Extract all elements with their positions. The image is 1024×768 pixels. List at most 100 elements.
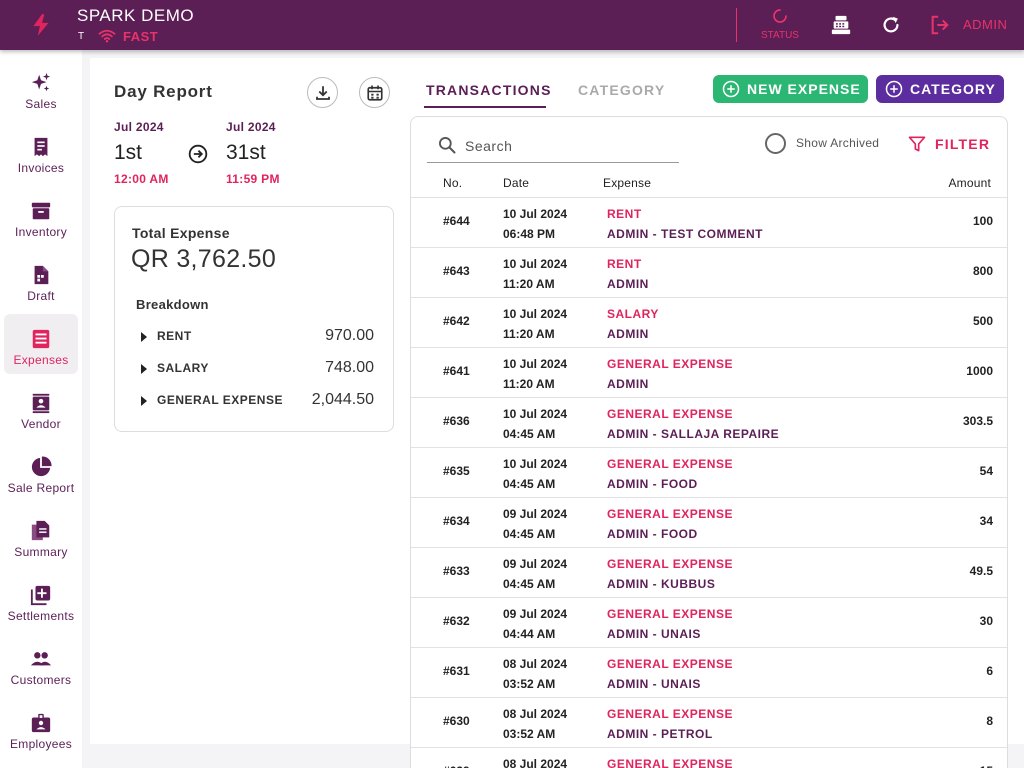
row-number: #632 bbox=[443, 614, 470, 628]
settlements-icon bbox=[30, 585, 51, 606]
sidebar-item-inventory[interactable]: Inventory bbox=[4, 186, 78, 246]
cash-register-icon[interactable] bbox=[830, 14, 852, 36]
logout-icon[interactable] bbox=[929, 14, 951, 36]
bolt-logo-icon bbox=[33, 14, 49, 36]
sidebar-item-vendor[interactable]: Vendor bbox=[4, 378, 78, 438]
row-number: #631 bbox=[443, 664, 470, 678]
table-row[interactable]: #636 10 Jul 2024 04:45 AM GENERAL EXPENSE… bbox=[411, 397, 1007, 447]
show-archived-radio[interactable] bbox=[765, 133, 786, 154]
draft-icon bbox=[34, 265, 49, 285]
user-label[interactable]: ADMIN bbox=[963, 17, 1007, 32]
sidebar-item-expenses[interactable]: Expenses bbox=[4, 314, 78, 374]
to-day[interactable]: 31st bbox=[226, 141, 266, 165]
sidebar-item-sales[interactable]: Sales bbox=[4, 58, 78, 118]
row-expense: RENT ADMIN - TEST COMMENT bbox=[607, 207, 763, 241]
sidebar: Sales Invoices Inventory Draft Expenses bbox=[0, 50, 82, 768]
sidebar-item-summary[interactable]: Summary bbox=[4, 506, 78, 566]
show-archived-label[interactable]: Show Archived bbox=[796, 136, 879, 150]
sidebar-item-draft[interactable]: Draft bbox=[4, 250, 78, 310]
row-number: #635 bbox=[443, 464, 470, 478]
search-input[interactable] bbox=[465, 133, 675, 159]
sidebar-item-label: Sales bbox=[25, 97, 57, 111]
to-time[interactable]: 11:59 PM bbox=[226, 172, 280, 186]
new-expense-label: NEW EXPENSE bbox=[747, 81, 861, 97]
row-expense: GENERAL EXPENSE ADMIN - SALLAJA REPAIRE bbox=[607, 407, 780, 441]
row-expense: GENERAL EXPENSE ADMIN - UNAIS bbox=[607, 657, 733, 691]
sidebar-item-label: Sale Report bbox=[7, 481, 75, 495]
download-button[interactable] bbox=[307, 77, 338, 108]
sidebar-item-label: Draft bbox=[27, 289, 55, 303]
row-amount: 303.5 bbox=[962, 414, 993, 428]
to-month[interactable]: Jul 2024 bbox=[226, 120, 276, 134]
status-button[interactable]: STATUS bbox=[760, 8, 800, 41]
row-number: #629 bbox=[443, 764, 470, 768]
row-expense: GENERAL EXPENSE ADMIN - FOOD bbox=[607, 507, 733, 541]
caret-right-icon bbox=[141, 364, 147, 374]
breakdown-item-salary[interactable]: SALARY 748.00 bbox=[141, 359, 374, 379]
table-row[interactable]: #632 09 Jul 2024 04:44 AM GENERAL EXPENSE… bbox=[411, 597, 1007, 647]
breakdown-item-general-expense[interactable]: GENERAL EXPENSE 2,044.50 bbox=[141, 391, 374, 411]
row-expense: SALARY ADMIN bbox=[607, 307, 659, 341]
table-row[interactable]: #644 10 Jul 2024 06:48 PM RENT ADMIN - TES… bbox=[411, 197, 1007, 247]
table-row[interactable]: #630 08 Jul 2024 03:52 AM GENERAL EXPENSE… bbox=[411, 697, 1007, 747]
status-label: STATUS bbox=[761, 30, 799, 41]
table-row[interactable]: #635 10 Jul 2024 04:45 AM GENERAL EXPENSE… bbox=[411, 447, 1007, 497]
filter-label: FILTER bbox=[935, 136, 991, 152]
table-row[interactable]: #641 10 Jul 2024 11:20 AM GENERAL EXPENSE… bbox=[411, 347, 1007, 397]
breakdown-value: 970.00 bbox=[325, 327, 374, 344]
invoice-icon bbox=[34, 137, 48, 157]
tab-category[interactable]: CATEGORY bbox=[578, 82, 665, 98]
table-row[interactable]: #633 09 Jul 2024 04:45 AM GENERAL EXPENSE… bbox=[411, 547, 1007, 597]
summary-icon bbox=[31, 520, 50, 541]
table-row[interactable]: #629 08 Jul 2024 GENERAL EXPENSE 15 bbox=[411, 747, 1007, 768]
row-amount: 15 bbox=[980, 764, 993, 768]
total-expense-card: Total Expense QR 3,762.50 Breakdown RENT… bbox=[114, 206, 394, 432]
row-amount: 6 bbox=[986, 664, 993, 678]
breakdown-name: RENT bbox=[157, 329, 192, 343]
sidebar-item-label: Summary bbox=[14, 545, 68, 559]
total-expense-value: QR 3,762.50 bbox=[131, 245, 277, 273]
row-date: 10 Jul 2024 11:20 AM bbox=[503, 357, 568, 391]
app-title: SPARK DEMO bbox=[77, 6, 195, 25]
add-category-button[interactable]: CATEGORY bbox=[876, 75, 1004, 103]
filter-button[interactable]: FILTER bbox=[907, 134, 993, 154]
row-number: #643 bbox=[443, 264, 470, 278]
breakdown-name: GENERAL EXPENSE bbox=[157, 393, 283, 407]
from-day[interactable]: 1st bbox=[114, 141, 142, 165]
header-divider bbox=[736, 8, 737, 42]
status-icon bbox=[773, 9, 787, 23]
sparkle-icon bbox=[31, 72, 51, 92]
tab-transactions[interactable]: TRANSACTIONS bbox=[426, 82, 552, 98]
new-expense-button[interactable]: NEW EXPENSE bbox=[713, 75, 868, 103]
column-header-expense: Expense bbox=[603, 176, 652, 190]
expenses-icon bbox=[32, 329, 50, 349]
from-month[interactable]: Jul 2024 bbox=[114, 120, 164, 134]
sidebar-item-invoices[interactable]: Invoices bbox=[4, 122, 78, 182]
table-row[interactable]: #642 10 Jul 2024 11:20 AM SALARY ADMIN 500 bbox=[411, 297, 1007, 347]
row-number: #630 bbox=[443, 714, 470, 728]
column-header-amount: Amount bbox=[948, 176, 991, 190]
row-number: #642 bbox=[443, 314, 470, 328]
row-date: 10 Jul 2024 11:20 AM bbox=[503, 307, 568, 341]
row-date: 09 Jul 2024 04:45 AM bbox=[503, 557, 568, 591]
sidebar-item-sale-report[interactable]: Sale Report bbox=[4, 442, 78, 502]
search-icon bbox=[439, 137, 456, 154]
breakdown-value: 748.00 bbox=[325, 359, 374, 376]
breakdown-item-rent[interactable]: RENT 970.00 bbox=[141, 327, 374, 347]
from-time[interactable]: 12:00 AM bbox=[114, 172, 169, 186]
breakdown-value: 2,044.50 bbox=[311, 391, 374, 408]
sidebar-item-settlements[interactable]: Settlements bbox=[4, 570, 78, 630]
row-date: 10 Jul 2024 04:45 AM bbox=[503, 407, 568, 441]
sidebar-item-employees[interactable]: Employees bbox=[4, 698, 78, 758]
add-category-label: CATEGORY bbox=[910, 81, 996, 97]
calendar-button[interactable] bbox=[359, 77, 390, 108]
table-row[interactable]: #634 09 Jul 2024 04:45 AM GENERAL EXPENSE… bbox=[411, 497, 1007, 547]
refresh-icon[interactable] bbox=[880, 14, 902, 36]
filter-icon bbox=[908, 136, 926, 152]
row-date: 09 Jul 2024 04:44 AM bbox=[503, 607, 568, 641]
table-row[interactable]: #643 10 Jul 2024 11:20 AM RENT ADMIN 800 bbox=[411, 247, 1007, 297]
table-row[interactable]: #631 08 Jul 2024 03:52 AM GENERAL EXPENSE… bbox=[411, 647, 1007, 697]
wifi-icon bbox=[98, 29, 116, 43]
row-expense: GENERAL EXPENSE ADMIN - FOOD bbox=[607, 457, 733, 491]
sidebar-item-customers[interactable]: Customers bbox=[4, 634, 78, 694]
